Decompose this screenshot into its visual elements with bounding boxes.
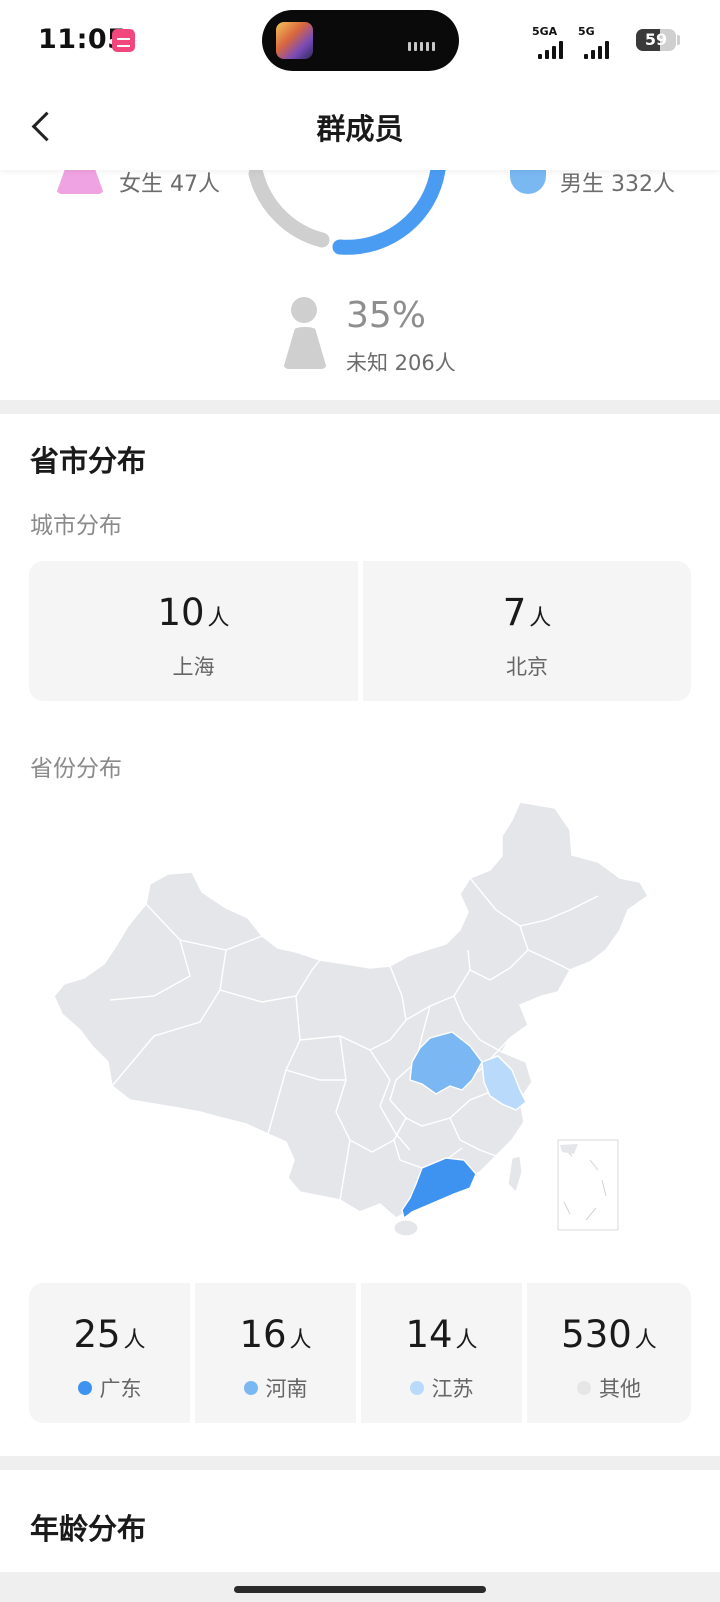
unknown-person-icon — [291, 297, 317, 323]
city-subtitle: 城市分布 — [30, 513, 122, 539]
media-thumbnail-icon — [276, 22, 313, 59]
province-subtitle: 省份分布 — [30, 756, 122, 782]
province-card-henan: 16 人 河南 — [195, 1283, 356, 1423]
app-notification-icon — [112, 29, 135, 52]
male-icon — [510, 170, 546, 194]
city-count: 7 — [502, 591, 527, 634]
battery-percent: 59 — [644, 30, 668, 49]
city-name: 北京 — [506, 655, 548, 679]
section-divider — [0, 400, 720, 414]
legend-dot-icon — [77, 1381, 92, 1395]
province-card-jiangsu: 14 人 江苏 — [361, 1283, 522, 1423]
map-province-hainan — [393, 1219, 419, 1237]
city-count: 10 — [157, 591, 205, 634]
province-unit: 人 — [289, 1328, 312, 1353]
navigation-bar: 群成员 — [0, 84, 720, 170]
province-name: 河南 — [265, 1377, 308, 1401]
dynamic-island[interactable] — [262, 10, 459, 71]
province-unit: 人 — [123, 1328, 146, 1353]
unknown-person-body-icon — [283, 327, 327, 369]
legend-dot-icon — [243, 1381, 258, 1395]
unknown-count-label: 未知 206人 — [346, 351, 456, 375]
legend-dot-icon — [577, 1381, 591, 1395]
signal-5ga-label: 5GA — [532, 25, 558, 38]
province-count: 16 — [239, 1313, 287, 1356]
province-card-guangdong: 25 人 广东 — [29, 1283, 190, 1423]
female-count-label: 女生 47人 — [119, 172, 220, 197]
legend-dot-icon — [409, 1381, 424, 1395]
map-south-china-sea-inset — [557, 1139, 619, 1231]
province-count: 14 — [405, 1313, 453, 1356]
page-title: 群成员 — [316, 112, 404, 146]
status-bar: 11:05 5GA 5G 59 — [0, 0, 720, 84]
province-unit: 人 — [634, 1328, 657, 1353]
map-province-taiwan — [507, 1155, 523, 1194]
province-name: 江苏 — [431, 1377, 474, 1401]
city-unit: 人 — [207, 606, 230, 631]
battery-tip-icon — [677, 35, 680, 45]
province-card-other: 530 人 其他 — [527, 1283, 691, 1423]
female-icon — [56, 170, 104, 194]
city-card-beijing: 7人 北京 — [363, 561, 691, 701]
province-count: 25 — [73, 1313, 121, 1356]
city-name: 上海 — [172, 655, 215, 679]
battery-icon: 59 — [636, 29, 676, 51]
audio-wave-icon — [408, 36, 440, 51]
male-count-label: 男生 332人 — [560, 172, 675, 197]
city-stats-row: 10 人 上海 7人 北京 — [29, 561, 691, 701]
donut-segment-unknown — [248, 166, 330, 248]
city-card-shanghai: 10 人 上海 — [29, 561, 358, 701]
age-section-title: 年龄分布 — [30, 1512, 147, 1546]
province-unit: 人 — [455, 1328, 478, 1353]
province-name: 广东 — [99, 1377, 142, 1401]
donut-segment-male — [332, 162, 446, 255]
unknown-percent: 35% — [346, 295, 427, 336]
section-divider — [0, 1456, 720, 1470]
city-unit: 人 — [529, 606, 552, 631]
region-section-title: 省市分布 — [30, 444, 147, 478]
province-name: 其他 — [599, 1377, 641, 1401]
home-indicator[interactable] — [234, 1586, 486, 1593]
province-count: 530 — [561, 1313, 632, 1356]
signal-5g-label: 5G — [578, 25, 595, 38]
china-province-map — [53, 801, 649, 1237]
province-stats-row: 25 人 广东 16 人 河南 14 人 江苏 530 人 其他 — [29, 1283, 691, 1423]
